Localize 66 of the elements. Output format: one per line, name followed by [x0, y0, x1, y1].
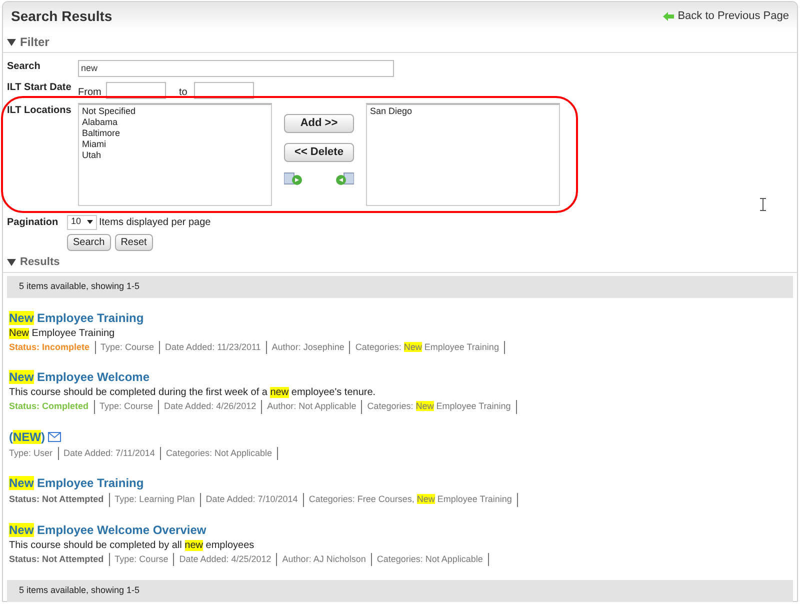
left-arrow-icon	[662, 12, 674, 20]
summary-bar: 5 items available, showing 1-5	[7, 276, 793, 298]
result-description: This course should be completed by all new employees	[9, 538, 256, 552]
result-meta: Author: AJ Nicholson	[282, 552, 372, 566]
field-label: ILT Start Date	[7, 81, 72, 95]
result-meta: Type: Course	[100, 400, 160, 414]
move-right-icon[interactable]	[284, 172, 303, 186]
add-button[interactable]: Add >>	[284, 114, 354, 133]
section-heading: Filter	[20, 34, 50, 51]
page-size-dropdown[interactable]: 10	[67, 214, 97, 230]
result-title-link[interactable]: New Employee Welcome	[9, 368, 150, 386]
summary-bar: 5 items available, showing 1-5	[7, 580, 793, 602]
list-option[interactable]: San Diego	[370, 106, 556, 117]
list-option[interactable]: Not Specified	[82, 106, 268, 117]
envelope-icon[interactable]	[48, 432, 61, 442]
available-locations-list[interactable]: Not Specified Alabama Baltimore Miami Utah	[78, 103, 272, 206]
result-meta: Type: Course	[100, 340, 160, 354]
list-option[interactable]: Miami	[82, 139, 268, 150]
result-status: Status: Completed	[9, 400, 95, 414]
to-date-field[interactable]	[194, 82, 254, 99]
result-meta: Date Added: 4/26/2012	[164, 400, 262, 414]
result-status: Status: Incomplete	[9, 340, 96, 354]
collapse-triangle-icon[interactable]	[7, 258, 16, 266]
result-meta: Categories: New Employee Training	[355, 340, 505, 354]
reset-button[interactable]: Reset	[114, 234, 153, 251]
page-title: Search Results	[11, 6, 112, 26]
field-label: Pagination	[7, 216, 60, 230]
result-meta: Categories: New Employee Training	[367, 400, 517, 414]
result-description: New Employee Training	[9, 326, 116, 340]
result-status: Status: Not Attempted	[9, 493, 110, 506]
from-date-field[interactable]	[106, 82, 166, 99]
field-label: ILT Locations	[7, 104, 72, 118]
result-status: Status: Not Attempted	[9, 552, 110, 566]
result-meta: Type: Course	[114, 552, 174, 566]
search-button[interactable]: Search	[67, 234, 111, 251]
delete-button[interactable]: << Delete	[284, 143, 354, 162]
field-label: Search	[7, 60, 42, 74]
pagination-hint: Items displayed per page	[99, 216, 211, 230]
selected-locations-list[interactable]: San Diego	[366, 103, 560, 206]
search-field[interactable]: new	[78, 60, 394, 76]
result-meta: Author: Not Applicable	[267, 400, 362, 414]
list-option[interactable]: Alabama	[82, 117, 268, 128]
result-meta: Date Added: 7/11/2014	[64, 446, 161, 460]
result-title-link[interactable]: New Employee Training	[9, 308, 144, 326]
result-meta: Date Added: 4/25/2012	[179, 552, 278, 566]
result-meta: Categories: Free Courses, New Employee Training	[308, 493, 518, 506]
list-option[interactable]: Utah	[82, 150, 268, 161]
result-meta: Date Added: 11/23/2011	[165, 340, 267, 354]
move-left-icon[interactable]	[335, 172, 354, 186]
result-meta: Categories: Not Applicable	[376, 552, 489, 566]
result-meta: Type: User	[9, 446, 59, 460]
list-option[interactable]: Baltimore	[82, 128, 268, 139]
result-meta: Type: Learning Plan	[114, 493, 201, 506]
from-label: From	[78, 86, 102, 100]
section-heading: Results	[20, 255, 60, 270]
result-title-link[interactable]: New Employee Welcome Overview	[9, 520, 206, 538]
to-label: to	[179, 86, 188, 100]
result-description: This course should be completed during the first week of a new employee's tenure.	[9, 386, 377, 399]
collapse-triangle-icon[interactable]	[7, 38, 16, 46]
result-meta: Date Added: 7/10/2014	[206, 493, 304, 506]
back-link[interactable]: Back to Previous Page	[662, 8, 789, 24]
result-meta: Author: Josephine	[272, 340, 350, 354]
dropdown-caret-icon	[87, 220, 93, 224]
result-title-link[interactable]: New Employee Training	[9, 474, 144, 492]
result-meta: Categories: Not Applicable	[166, 446, 278, 460]
text-cursor-icon	[760, 198, 766, 211]
